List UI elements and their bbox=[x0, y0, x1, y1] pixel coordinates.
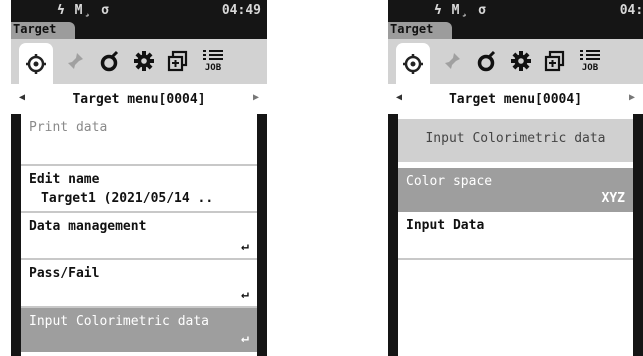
job-list-icon[interactable]: JOB bbox=[573, 45, 607, 77]
device-screen-right: ϟ M¸ σ 04:5 Target JOB ◀ Target menu[000… bbox=[388, 0, 643, 356]
item-label: Print data bbox=[29, 120, 108, 135]
item-label: Input Colorimetric data bbox=[29, 314, 210, 329]
copy-icon[interactable] bbox=[161, 45, 195, 77]
arrow-right-icon[interactable]: ▶ bbox=[253, 92, 259, 103]
enter-icon: ↵ bbox=[241, 287, 249, 302]
gear-icon[interactable] bbox=[127, 45, 161, 77]
status-icons: ϟ M¸ σ bbox=[434, 3, 487, 18]
toolbar: JOB bbox=[388, 39, 643, 84]
panel-title: Input Colorimetric data bbox=[398, 119, 633, 162]
measure-icon[interactable] bbox=[470, 45, 504, 77]
measure-icon[interactable] bbox=[93, 45, 127, 77]
item-label: Color space bbox=[406, 174, 493, 189]
menu-list: Print data Edit name Target1 (2021/05/14… bbox=[21, 114, 257, 356]
gear-icon[interactable] bbox=[504, 45, 538, 77]
menu-item-pass-fail[interactable]: Pass/Fail ↵ bbox=[21, 260, 257, 308]
tab-target[interactable]: Target bbox=[11, 22, 75, 39]
menu-item-data-management[interactable]: Data management ↵ bbox=[21, 213, 257, 260]
menu-header: ◀ Target menu[0004] ▶ bbox=[11, 84, 267, 114]
pin-icon[interactable] bbox=[435, 45, 469, 77]
enter-icon: ↵ bbox=[241, 331, 249, 346]
status-time: 04:49 bbox=[221, 3, 261, 18]
menu-header: ◀ Target menu[0004] ▶ bbox=[388, 84, 643, 114]
item-label: Data management bbox=[29, 219, 147, 234]
menu-item-color-space[interactable]: Color space XYZ bbox=[398, 168, 633, 212]
menu-title: Target menu[0004] bbox=[72, 91, 206, 107]
target-icon[interactable] bbox=[396, 43, 430, 84]
item-value: XYZ bbox=[601, 191, 625, 206]
menu-item-edit-name[interactable]: Edit name Target1 (2021/05/14 .. bbox=[21, 166, 257, 213]
submenu-list: Input Colorimetric data Color space XYZ … bbox=[398, 114, 633, 356]
menu-item-input-data[interactable]: Input Data bbox=[398, 212, 633, 260]
item-value: Target1 (2021/05/14 .. bbox=[41, 191, 214, 206]
tab-target[interactable]: Target bbox=[388, 22, 452, 39]
job-text: JOB bbox=[204, 62, 222, 73]
job-text: JOB bbox=[581, 62, 599, 73]
device-screen-left: ϟ M¸ σ 04:49 Target JOB ◀ Target menu[00… bbox=[11, 0, 267, 356]
toolbar: JOB bbox=[11, 39, 267, 84]
copy-icon[interactable] bbox=[538, 45, 572, 77]
enter-icon: ↵ bbox=[241, 239, 249, 254]
status-bar: ϟ M¸ σ 04:5 bbox=[388, 0, 643, 22]
pin-icon[interactable] bbox=[58, 45, 92, 77]
item-label: Pass/Fail bbox=[29, 266, 100, 281]
target-icon[interactable] bbox=[19, 43, 53, 84]
menu-item-print-data[interactable]: Print data bbox=[21, 114, 257, 166]
arrow-left-icon[interactable]: ◀ bbox=[396, 92, 402, 103]
item-label: Input Data bbox=[406, 218, 485, 233]
status-icons: ϟ M¸ σ bbox=[57, 3, 110, 18]
menu-item-input-colorimetric-data[interactable]: Input Colorimetric data ↵ bbox=[21, 308, 257, 352]
status-time: 04:5 bbox=[619, 3, 643, 18]
item-label: Edit name bbox=[29, 172, 100, 187]
arrow-right-icon[interactable]: ▶ bbox=[629, 92, 635, 103]
status-bar: ϟ M¸ σ 04:49 bbox=[11, 0, 267, 22]
menu-title: Target menu[0004] bbox=[448, 91, 583, 107]
job-list-icon[interactable]: JOB bbox=[196, 45, 230, 77]
arrow-left-icon[interactable]: ◀ bbox=[19, 92, 25, 103]
panel-title-text: Input Colorimetric data bbox=[425, 131, 606, 146]
